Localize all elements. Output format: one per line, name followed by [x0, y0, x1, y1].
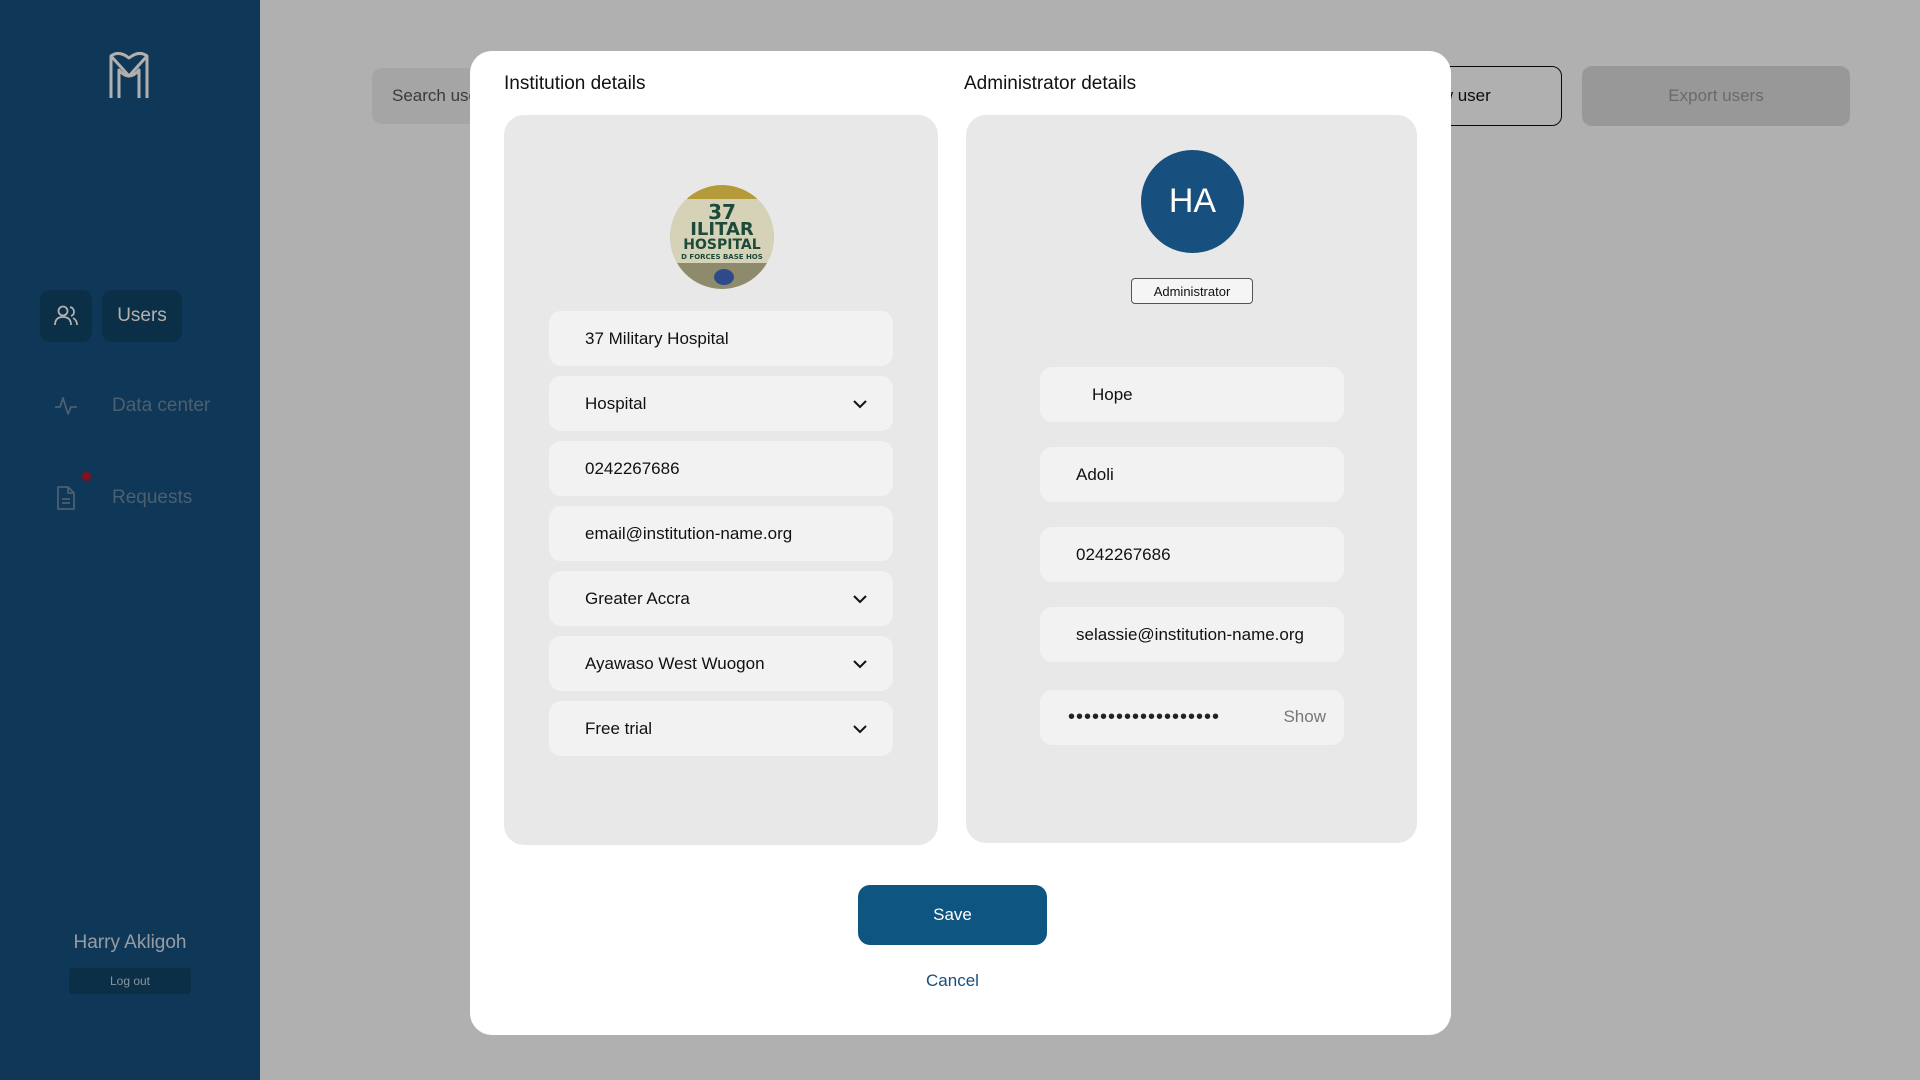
role-badge: Administrator: [1131, 278, 1253, 304]
chevron-down-icon: [853, 400, 867, 409]
institution-name-field[interactable]: 37 Military Hospital: [549, 311, 893, 366]
institution-type-value: Hospital: [585, 393, 647, 413]
institution-logo-text: D FORCES BASE HOS: [681, 253, 763, 261]
last-name-field[interactable]: Adoli: [1040, 447, 1344, 502]
chevron-down-icon: [853, 595, 867, 604]
edit-institution-modal: Institution details Administrator detail…: [470, 51, 1451, 1035]
save-button[interactable]: Save: [858, 885, 1047, 945]
institution-panel: 37 ILITAR HOSPITAL D FORCES BASE HOS 37 …: [504, 115, 938, 845]
password-mask: •••••••••••••••••••: [1068, 706, 1221, 728]
plan-select[interactable]: Free trial: [549, 701, 893, 756]
district-value: Ayawaso West Wuogon: [585, 653, 765, 673]
chevron-down-icon: [853, 725, 867, 734]
avatar[interactable]: HA: [1141, 150, 1244, 253]
region-value: Greater Accra: [585, 588, 690, 608]
admin-phone-field[interactable]: 0242267686: [1040, 527, 1344, 582]
institution-phone-field[interactable]: 0242267686: [549, 441, 893, 496]
institution-logo-text: HOSPITAL: [683, 237, 760, 253]
password-field[interactable]: ••••••••••••••••••• Show: [1040, 690, 1344, 745]
first-name-field[interactable]: Hope: [1040, 367, 1344, 422]
district-select[interactable]: Ayawaso West Wuogon: [549, 636, 893, 691]
institution-type-select[interactable]: Hospital: [549, 376, 893, 431]
region-select[interactable]: Greater Accra: [549, 571, 893, 626]
institution-email-field[interactable]: email@institution-name.org: [549, 506, 893, 561]
institution-logo[interactable]: 37 ILITAR HOSPITAL D FORCES BASE HOS: [670, 185, 774, 289]
show-password-toggle[interactable]: Show: [1283, 707, 1326, 727]
administrator-panel: HA Administrator Hope Adoli 0242267686 s…: [966, 115, 1417, 843]
admin-email-field[interactable]: selassie@institution-name.org: [1040, 607, 1344, 662]
plan-value: Free trial: [585, 718, 653, 738]
institution-details-title: Institution details: [504, 73, 646, 94]
cancel-button[interactable]: Cancel: [858, 971, 1047, 991]
chevron-down-icon: [853, 660, 867, 669]
administrator-details-title: Administrator details: [964, 73, 1137, 94]
